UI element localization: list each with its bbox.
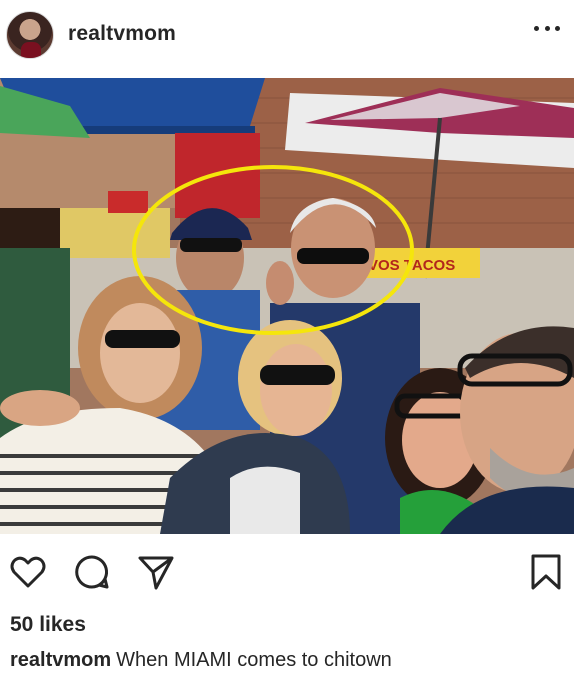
bookmark-icon[interactable] — [526, 552, 566, 592]
username-link[interactable]: realtvmom — [68, 22, 176, 46]
action-bar — [0, 540, 574, 604]
more-options-icon[interactable] — [534, 26, 560, 34]
paper-plane-icon[interactable] — [136, 552, 176, 592]
avatar[interactable] — [6, 11, 54, 59]
likes-count[interactable]: 50 likes — [10, 613, 86, 637]
caption-text: When MIAMI comes to chitown — [116, 649, 392, 671]
comment-bubble-icon[interactable] — [72, 552, 112, 592]
heart-outline-icon[interactable] — [8, 552, 48, 592]
caption-username[interactable]: realtvmom — [10, 649, 111, 671]
caption: realtvmom When MIAMI comes to chitown — [10, 649, 392, 672]
post-header: realtvmom — [0, 0, 574, 72]
post-photo[interactable]: VOS TACOS — [0, 78, 574, 534]
